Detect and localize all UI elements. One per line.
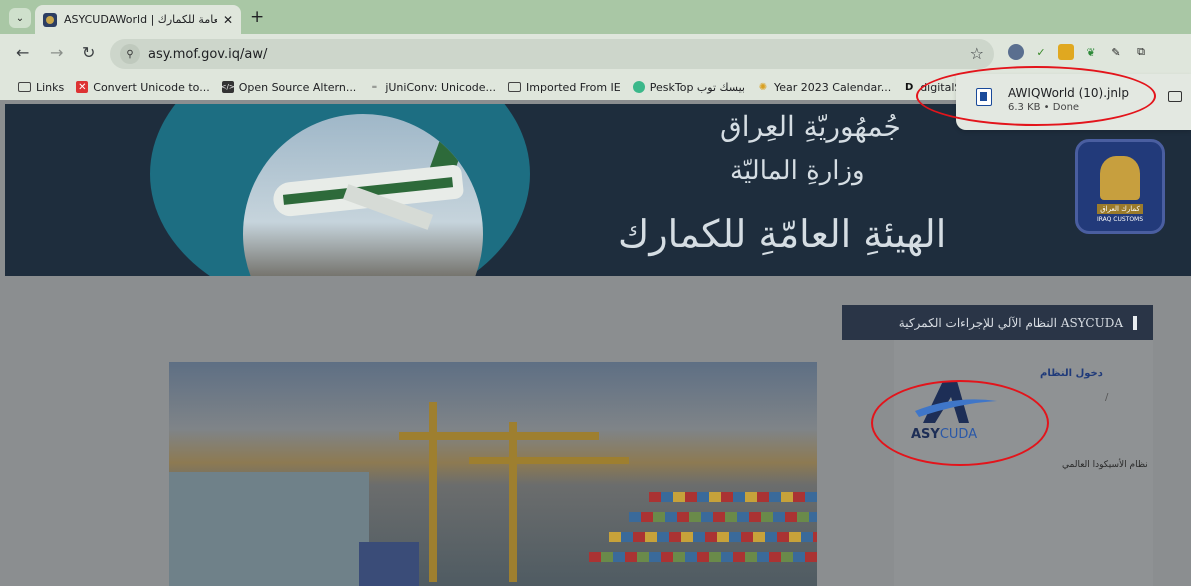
- forward-button[interactable]: →: [50, 43, 63, 62]
- bookmark-convert-unicode[interactable]: ✕ Convert Unicode to...: [76, 81, 210, 94]
- new-tab-button[interactable]: +: [250, 7, 264, 27]
- header-marker: [1133, 315, 1137, 330]
- bookmark-open-source[interactable]: </> Open Source Altern...: [220, 81, 357, 94]
- folder-icon: [508, 82, 522, 92]
- bookmark-imported-ie[interactable]: Imported From IE: [508, 81, 621, 94]
- uniconv-icon: ═: [372, 83, 377, 91]
- show-in-folder-icon[interactable]: [1168, 91, 1182, 102]
- site-info-icon[interactable]: ⚲: [120, 44, 140, 64]
- banner-authority-text: الهيئةِ العامّةِ للكمارك: [618, 212, 947, 256]
- tab-asycuda[interactable]: ASYCUDAWorld | العامة للكمارك ✕: [35, 5, 241, 34]
- yellow-extension-icon[interactable]: [1058, 44, 1074, 60]
- puzzle-extensions-icon[interactable]: ⧉: [1133, 44, 1149, 60]
- harbor-image: [169, 362, 817, 586]
- url-text[interactable]: asy.mof.gov.iq/aw/: [148, 47, 267, 62]
- checkmark-extension-icon[interactable]: ✓: [1033, 44, 1049, 60]
- eagle-emblem-icon: [1100, 156, 1140, 200]
- red-annotation-ellipse-download: [916, 66, 1156, 126]
- address-bar[interactable]: ⚲ asy.mof.gov.iq/aw/ ☆: [110, 39, 994, 69]
- banner-republic-text: جُمهُوريّةِ العِراق: [720, 110, 901, 143]
- eyedropper-icon[interactable]: ✎: [1108, 44, 1124, 60]
- asycuda-section-header: ASYCUDA النظام الآلي للإجراءات الكمركية: [842, 305, 1153, 340]
- iraq-customs-emblem: كمارك العراق IRAQ CUSTOMS: [1075, 139, 1165, 234]
- extension-icons: ✓ ❦ ✎ ⧉: [1008, 44, 1149, 60]
- back-button[interactable]: ←: [16, 43, 29, 62]
- web-page: جُمهُوريّةِ العِراق وزارةِ الماليّة الهي…: [0, 100, 1191, 586]
- tab-close-icon[interactable]: ✕: [223, 13, 233, 27]
- tab-favicon-icon: [43, 12, 57, 27]
- separator-text: /: [1105, 392, 1109, 403]
- bookmark-star-icon[interactable]: ☆: [970, 44, 984, 63]
- red-annotation-ellipse-logo: [871, 380, 1049, 466]
- pesktop-icon: [632, 81, 645, 93]
- system-login-link[interactable]: دخول النظام: [1040, 368, 1103, 379]
- bookmark-calendar[interactable]: ✺ Year 2023 Calendar...: [757, 81, 891, 94]
- banner-ministry-text: وزارةِ الماليّة: [730, 156, 865, 186]
- calendar-icon: ✺: [758, 81, 768, 93]
- bookmark-pesktop[interactable]: PeskTop بيسك توب: [632, 81, 745, 94]
- folder-icon: [18, 82, 31, 92]
- reload-button[interactable]: ↻: [82, 43, 95, 62]
- d-icon: D: [905, 81, 914, 93]
- leaf-extension-icon[interactable]: ❦: [1083, 44, 1099, 60]
- bookmark-juniconv[interactable]: ═ jUniConv: Unicode...: [368, 81, 496, 94]
- red-x-icon: ✕: [76, 81, 89, 93]
- tab-strip: ⌄ ASYCUDAWorld | العامة للكمارك ✕ +: [0, 0, 1191, 34]
- code-icon: </>: [220, 81, 235, 93]
- bookmark-links[interactable]: Links: [18, 81, 64, 94]
- asycuda-caption: نظام الأسيكودا العالمي: [1062, 460, 1148, 470]
- section-title: ASYCUDA النظام الآلي للإجراءات الكمركية: [898, 315, 1123, 330]
- tab-title: ASYCUDAWorld | العامة للكمارك: [64, 13, 217, 26]
- profile-extension-icon[interactable]: [1008, 44, 1024, 60]
- tab-search-chevron-icon[interactable]: ⌄: [9, 8, 31, 28]
